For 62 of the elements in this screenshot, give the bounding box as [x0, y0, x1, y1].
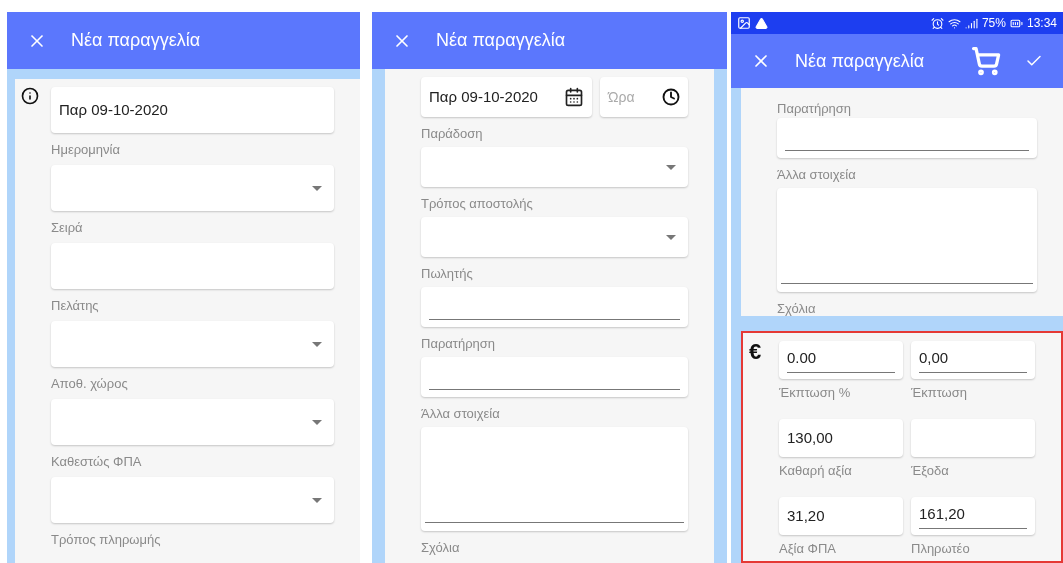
date-field[interactable]: Παρ 09-10-2020	[421, 77, 592, 117]
field-label: Παρατήρηση	[777, 101, 852, 116]
dropdown-caret-icon	[312, 341, 322, 347]
dropdown-caret-icon	[312, 185, 322, 191]
text-field[interactable]: 161,20	[911, 497, 1035, 535]
dropdown-field[interactable]	[51, 321, 334, 367]
field-label: Παρατήρηση	[421, 336, 496, 351]
field-label: Άλλα στοιχεία	[777, 167, 856, 182]
clock-icon	[662, 88, 680, 106]
wifi-icon	[947, 16, 961, 30]
battery-level: 75%	[981, 15, 1006, 32]
field-label: Έξοδα	[911, 463, 949, 478]
text-field[interactable]: 130,00	[779, 419, 903, 457]
dropdown-caret-icon	[312, 497, 322, 503]
field-label: Σχόλια	[777, 301, 816, 316]
clock-time: 13:34	[1026, 15, 1057, 32]
app-bar-title: Νέα παραγγελία	[436, 29, 567, 52]
dropdown-field[interactable]	[51, 165, 334, 211]
alarm-icon	[930, 16, 944, 30]
field-label: Αξία ΦΠΑ	[779, 541, 836, 556]
text-field[interactable]	[421, 287, 688, 327]
field-label: Έκπτωση	[911, 385, 968, 400]
field-label: Αποθ. χώρος	[51, 376, 128, 391]
app-bar-title: Νέα παραγγελία	[71, 29, 202, 52]
warning-icon	[755, 16, 768, 30]
dropdown-field[interactable]	[421, 217, 688, 257]
dropdown-caret-icon	[666, 234, 676, 240]
currency-symbol: €	[749, 339, 762, 364]
dropdown-caret-icon	[312, 419, 322, 425]
textarea-field[interactable]	[777, 188, 1037, 292]
dropdown-field[interactable]	[421, 147, 688, 187]
text-field[interactable]: 31,20	[779, 497, 903, 535]
field-label: Πωλητής	[421, 266, 473, 281]
text-field[interactable]: 0.00	[779, 341, 903, 379]
signal-icon	[964, 16, 978, 30]
text-field[interactable]	[51, 243, 334, 289]
field-label: Έκπτωση %	[779, 385, 851, 400]
field-label: Πληρωτέο	[911, 541, 970, 556]
info-icon[interactable]	[21, 87, 39, 105]
app-bar-title: Νέα παραγγελία	[795, 49, 926, 73]
field-label: Καθεστώς ΦΠΑ	[51, 454, 142, 469]
calendar-icon	[564, 87, 584, 107]
text-field[interactable]: Παρ 09-10-2020	[51, 87, 334, 133]
field-label: Τρόπος αποστολής	[421, 196, 533, 211]
text-field[interactable]	[777, 118, 1037, 158]
dropdown-field[interactable]	[51, 399, 334, 445]
field-label: Άλλα στοιχεία	[421, 406, 500, 421]
text-field[interactable]	[911, 419, 1035, 457]
cart-icon[interactable]	[971, 46, 1001, 76]
field-label: Ημερομηνία	[51, 142, 120, 157]
field-label: Τρόπος πληρωμής	[51, 532, 161, 547]
field-label: Σχόλια	[421, 540, 460, 555]
field-label: Πελάτης	[51, 298, 99, 313]
field-label: Καθαρή αξία	[779, 463, 852, 478]
dropdown-caret-icon	[666, 164, 676, 170]
field-label: Σειρά	[51, 220, 83, 235]
field-label: Παράδοση	[421, 126, 483, 141]
textarea-field[interactable]	[421, 427, 688, 531]
text-field[interactable]	[421, 357, 688, 397]
dropdown-field[interactable]	[51, 477, 334, 523]
image-icon	[737, 16, 751, 30]
text-field[interactable]: 0,00	[911, 341, 1035, 379]
